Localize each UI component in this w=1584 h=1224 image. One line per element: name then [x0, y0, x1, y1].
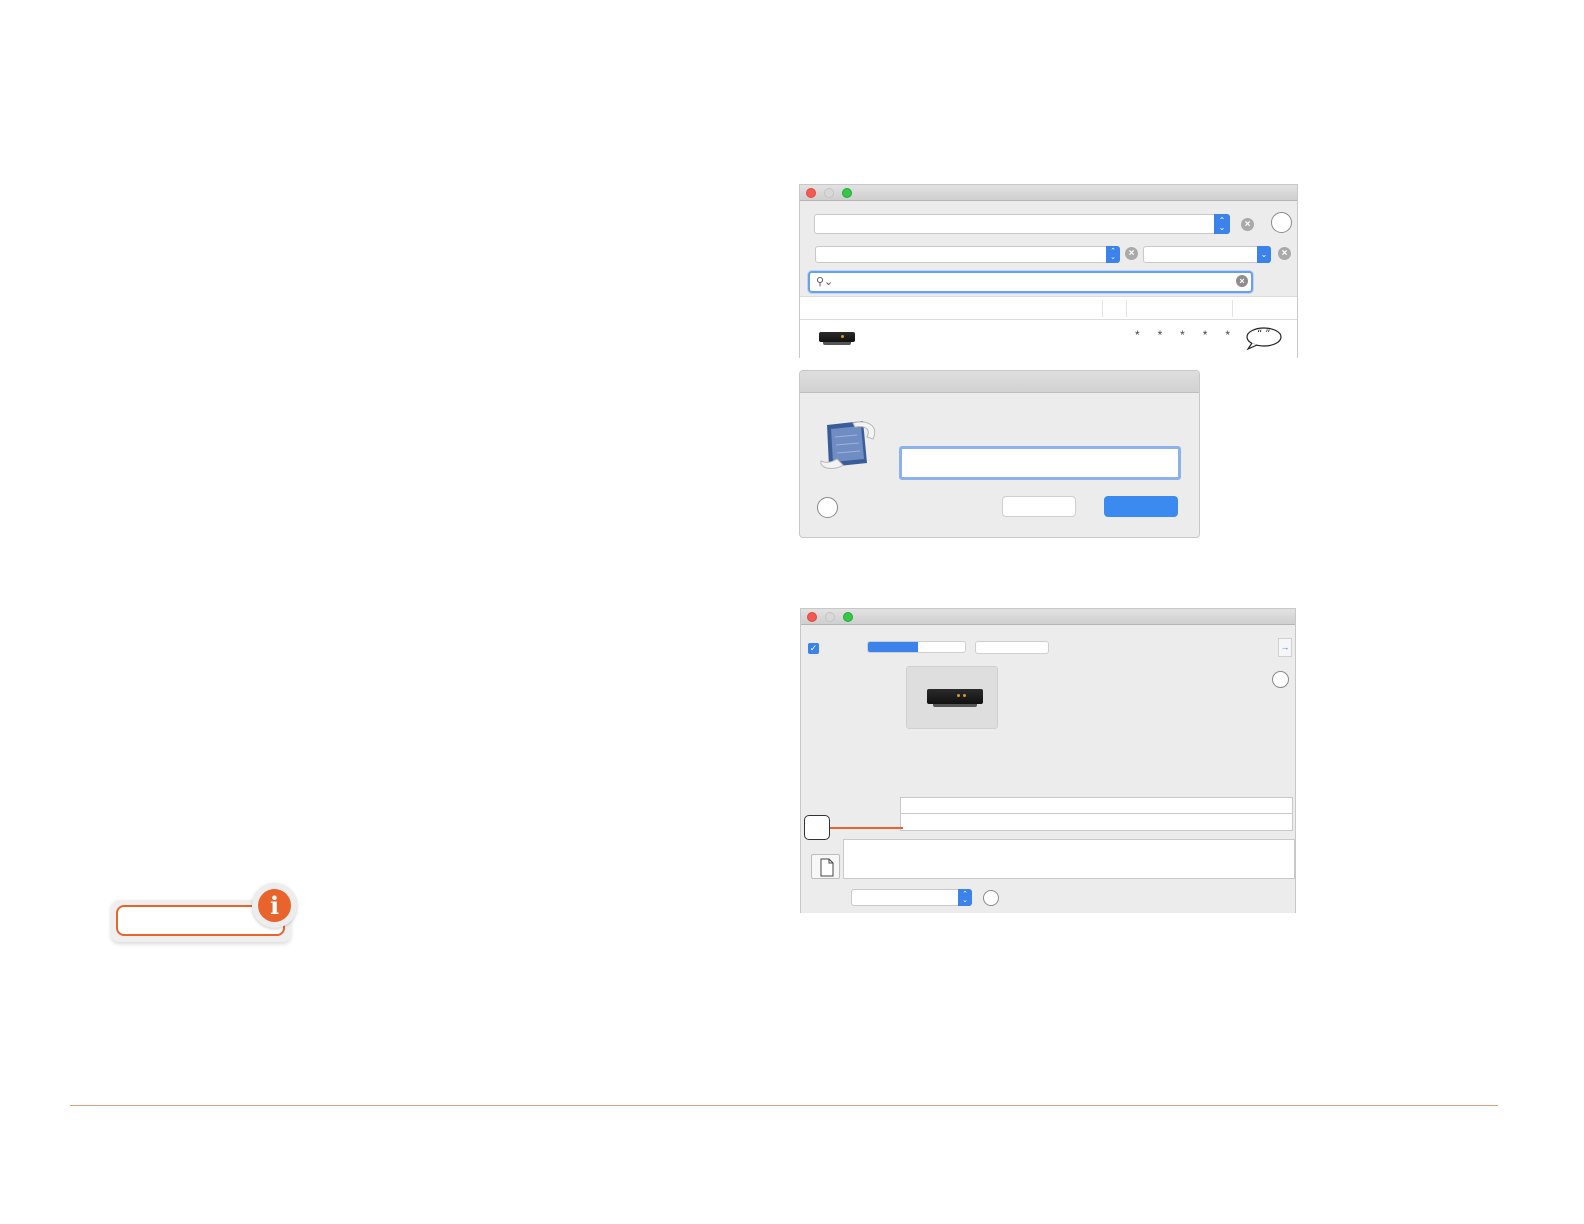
help-icon[interactable]: [1271, 212, 1292, 233]
quote-icon[interactable]: “ ”: [1246, 327, 1282, 351]
minimize-icon[interactable]: [825, 612, 835, 622]
table-row[interactable]: * * * * * “ ”: [800, 320, 1297, 360]
callout-line: [830, 827, 903, 829]
name-field[interactable]: [899, 446, 1181, 480]
detail-window-titlebar: [801, 609, 1295, 625]
column-divider[interactable]: [1102, 300, 1103, 317]
bottom-popup[interactable]: ⌃ ⌄: [851, 889, 972, 906]
column-divider[interactable]: [1232, 300, 1233, 317]
image-well[interactable]: [906, 666, 998, 729]
filter-popup-right[interactable]: ⌄: [1143, 246, 1271, 263]
star-icon: *: [1225, 328, 1230, 342]
quote-glyph: “ ”: [1257, 329, 1271, 340]
star-icon: *: [1157, 328, 1163, 342]
search-icon[interactable]: ⚲⌄: [816, 275, 833, 288]
info-glyph: i: [269, 891, 280, 920]
close-icon[interactable]: [806, 188, 816, 198]
help-icon[interactable]: [983, 890, 999, 906]
clear-icon[interactable]: ×: [1278, 247, 1291, 260]
led: [957, 694, 960, 697]
star-icon: *: [1135, 328, 1140, 342]
column-divider[interactable]: [1126, 300, 1127, 317]
footer-rule: [70, 1105, 1498, 1106]
document-scroll-icon: [817, 417, 883, 471]
sheet-header: [800, 371, 1199, 393]
minimize-icon[interactable]: [824, 188, 834, 198]
callout-box: [804, 815, 830, 840]
popup-arrows-icon: ⌃ ⌄: [958, 889, 972, 906]
star-icon: *: [1202, 328, 1208, 342]
search-window-titlebar: [800, 185, 1297, 201]
search-input[interactable]: ⚲⌄ ×: [808, 271, 1253, 293]
chevron-down-icon: ⌄: [1257, 246, 1271, 263]
led: [841, 335, 844, 338]
notes-area[interactable]: [843, 839, 1295, 879]
secondary-button[interactable]: [975, 641, 1049, 654]
zoom-icon[interactable]: [842, 188, 852, 198]
sidebar-toggle-icon[interactable]: →: [1278, 638, 1292, 657]
popup-arrows-icon: ⌃ ⌄: [1106, 246, 1120, 263]
detail-window: ✓ → ⌃ ⌄: [800, 608, 1296, 913]
text-field-top[interactable]: [900, 797, 1293, 814]
help-icon[interactable]: [817, 497, 838, 518]
info-icon: i: [252, 883, 297, 928]
cancel-button[interactable]: [1002, 496, 1076, 517]
clear-icon[interactable]: ×: [1125, 247, 1138, 260]
table-header: [800, 296, 1297, 320]
info-icon-disc: i: [258, 889, 291, 922]
rename-sheet: [799, 370, 1200, 538]
category-popup[interactable]: ⌃ ⌄: [814, 214, 1230, 234]
segmented-control[interactable]: [867, 641, 966, 653]
led: [963, 694, 966, 697]
popup-arrows-icon: ⌃ ⌄: [1214, 214, 1230, 234]
filter-popup-left[interactable]: ⌃ ⌄: [815, 246, 1120, 263]
clear-icon[interactable]: ×: [1236, 275, 1248, 287]
zoom-icon[interactable]: [843, 612, 853, 622]
checkbox-icon[interactable]: ✓: [808, 643, 819, 654]
text-field-bottom[interactable]: [900, 814, 1293, 831]
close-icon[interactable]: [807, 612, 817, 622]
product-image: [819, 332, 855, 345]
star-icon: *: [1180, 328, 1185, 342]
clear-icon[interactable]: ×: [1241, 218, 1254, 231]
help-icon[interactable]: [1272, 671, 1289, 688]
rating-stars[interactable]: * * * * *: [1135, 328, 1230, 342]
search-window: ⌃ ⌄ × ⌃ ⌄ × ⌄ × ⚲⌄ × * * * * * “ ”: [799, 184, 1298, 360]
product-image: [927, 689, 983, 707]
document-icon[interactable]: [811, 854, 840, 879]
ok-button[interactable]: [1104, 496, 1178, 517]
segment-selected[interactable]: [868, 642, 918, 652]
